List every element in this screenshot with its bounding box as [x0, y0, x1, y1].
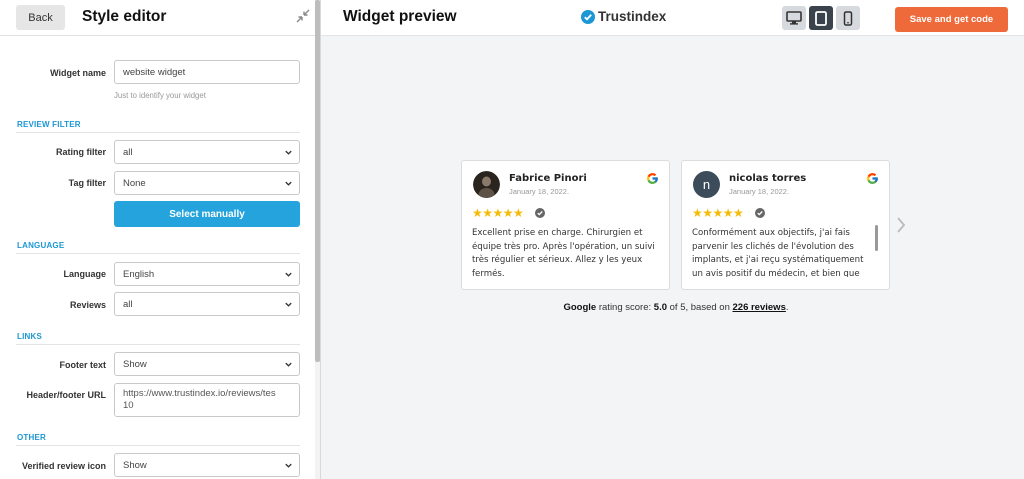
- star-rating: ★★★★★: [692, 206, 744, 220]
- chevron-down-icon: [285, 362, 292, 367]
- rating-of: of 5, based on: [667, 302, 733, 313]
- check-badge-icon: [581, 9, 595, 24]
- sidebar-scroll-thumb[interactable]: [315, 0, 320, 362]
- widget-name-input[interactable]: website widget: [114, 60, 300, 84]
- review-card: n nicolas torres January 18, 2022. ★★★★★…: [681, 160, 890, 290]
- review-text: Excellent prise en charge. Chirurgien et…: [472, 228, 655, 277]
- preview-topbar: Widget preview Trustindex Save and get c…: [321, 0, 1024, 36]
- reviews-language-select[interactable]: all: [114, 292, 300, 316]
- chevron-down-icon: [285, 272, 292, 277]
- rating-filter-select[interactable]: all: [114, 140, 300, 164]
- desktop-icon: [786, 11, 802, 25]
- tag-filter-value: None: [123, 177, 146, 189]
- section-title-links: LINKS: [17, 332, 42, 341]
- rating-filter-label: Rating filter: [55, 147, 106, 157]
- section-title-review-filter: REVIEW FILTER: [17, 120, 81, 129]
- select-manually-button[interactable]: Select manually: [114, 201, 300, 227]
- verified-check-icon: [755, 208, 765, 218]
- header-footer-url-input[interactable]: https://www.trustindex.io/reviews/tes 10: [114, 383, 300, 417]
- sidebar-scrollbar[interactable]: [315, 0, 320, 479]
- back-button[interactable]: Back: [16, 5, 65, 30]
- verified-check-icon: [535, 208, 545, 218]
- verified-review-icon-label: Verified review icon: [21, 461, 106, 471]
- trustindex-logo: Trustindex: [581, 9, 666, 24]
- save-and-get-code-button[interactable]: Save and get code: [895, 7, 1008, 32]
- verified-review-icon-select[interactable]: Show: [114, 453, 300, 477]
- footer-text-value: Show: [123, 358, 147, 370]
- desktop-view-button[interactable]: [782, 6, 806, 30]
- widget-name-hint: Just to identify your widget: [114, 91, 206, 100]
- review-count-link[interactable]: 226 reviews: [733, 302, 786, 313]
- url-line-2: 10: [123, 400, 134, 411]
- reviewer-name: Fabrice Pinori: [509, 173, 587, 184]
- review-card: Fabrice Pinori January 18, 2022. ★★★★★ E…: [461, 160, 670, 290]
- reviews-language-value: all: [123, 298, 133, 310]
- rating-summary: Google rating score: 5.0 of 5, based on …: [461, 302, 891, 313]
- reviews-label: Reviews: [69, 300, 106, 310]
- review-date: January 18, 2022.: [729, 187, 790, 196]
- star-rating: ★★★★★: [472, 206, 524, 220]
- language-label: Language: [63, 269, 106, 279]
- section-divider: [16, 132, 300, 133]
- footer-text-select[interactable]: Show: [114, 352, 300, 376]
- header-footer-url-label: Header/footer URL: [26, 390, 106, 400]
- review-text: Conformément aux objectifs, j'ai fais pa…: [692, 228, 864, 277]
- avatar-initial: n: [702, 177, 711, 192]
- language-value: English: [123, 268, 155, 280]
- mobile-icon: [843, 10, 853, 26]
- chevron-down-icon: [285, 150, 292, 155]
- brand-name: Trustindex: [598, 9, 667, 24]
- sidebar-header: Back Style editor: [0, 0, 320, 36]
- collapse-arrows-icon[interactable]: [296, 9, 310, 23]
- rating-source: Google: [563, 302, 597, 313]
- section-divider: [16, 253, 300, 254]
- review-date: January 18, 2022.: [509, 187, 570, 196]
- language-select[interactable]: English: [114, 262, 300, 286]
- section-divider: [16, 445, 300, 446]
- footer-text-label: Footer text: [59, 360, 106, 370]
- chevron-down-icon: [285, 302, 292, 307]
- sidebar-title: Style editor: [82, 8, 167, 25]
- tag-filter-label: Tag filter: [68, 178, 106, 188]
- reviewer-name: nicolas torres: [729, 173, 807, 184]
- url-line-1: https://www.trustindex.io/reviews/tes: [123, 388, 276, 399]
- verified-review-icon-value: Show: [123, 459, 147, 471]
- google-icon: [867, 173, 878, 184]
- style-editor-sidebar: Back Style editor Widget name website wi…: [0, 0, 321, 479]
- tablet-icon: [815, 10, 827, 26]
- tag-filter-select[interactable]: None: [114, 171, 300, 195]
- review-scrollbar[interactable]: [875, 225, 878, 251]
- rating-label: rating score:: [596, 302, 654, 313]
- rating-filter-value: all: [123, 146, 133, 158]
- section-title-other: OTHER: [17, 433, 46, 442]
- preview-title: Widget preview: [343, 8, 457, 25]
- rating-end: .: [785, 302, 789, 313]
- section-title-language: LANGUAGE: [17, 241, 65, 250]
- device-switcher: [782, 6, 860, 30]
- rating-score: 5.0: [653, 302, 667, 313]
- mobile-view-button[interactable]: [836, 6, 860, 30]
- tablet-view-button[interactable]: [809, 6, 833, 30]
- chevron-right-icon[interactable]: [895, 216, 907, 234]
- section-divider: [16, 344, 300, 345]
- chevron-down-icon: [285, 463, 292, 468]
- reviewer-avatar: [473, 171, 500, 198]
- widget-name-label: Widget name: [50, 68, 106, 78]
- reviewer-avatar: n: [693, 171, 720, 198]
- chevron-down-icon: [285, 181, 292, 186]
- google-icon: [647, 173, 658, 184]
